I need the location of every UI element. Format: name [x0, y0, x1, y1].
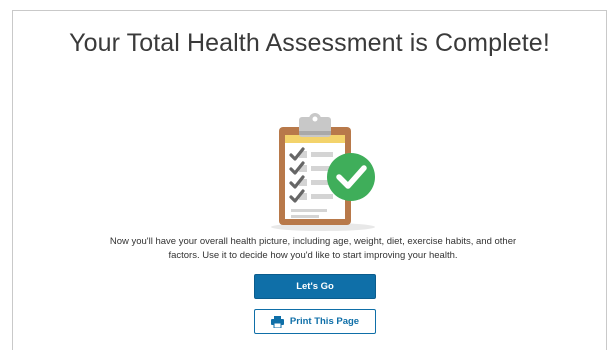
- clipboard-checklist-icon: [271, 113, 375, 231]
- print-page-button[interactable]: Print This Page: [254, 309, 376, 334]
- assessment-description: Now you'll have your overall health pict…: [109, 236, 517, 261]
- check-circle-icon: [327, 153, 375, 201]
- printer-icon: [270, 315, 284, 328]
- lets-go-button[interactable]: Let's Go: [254, 274, 376, 299]
- print-page-label: Print This Page: [289, 316, 360, 327]
- page-title: Your Total Health Assessment is Complete…: [69, 29, 550, 57]
- assessment-complete-card: Your Total Health Assessment is Complete…: [12, 10, 607, 350]
